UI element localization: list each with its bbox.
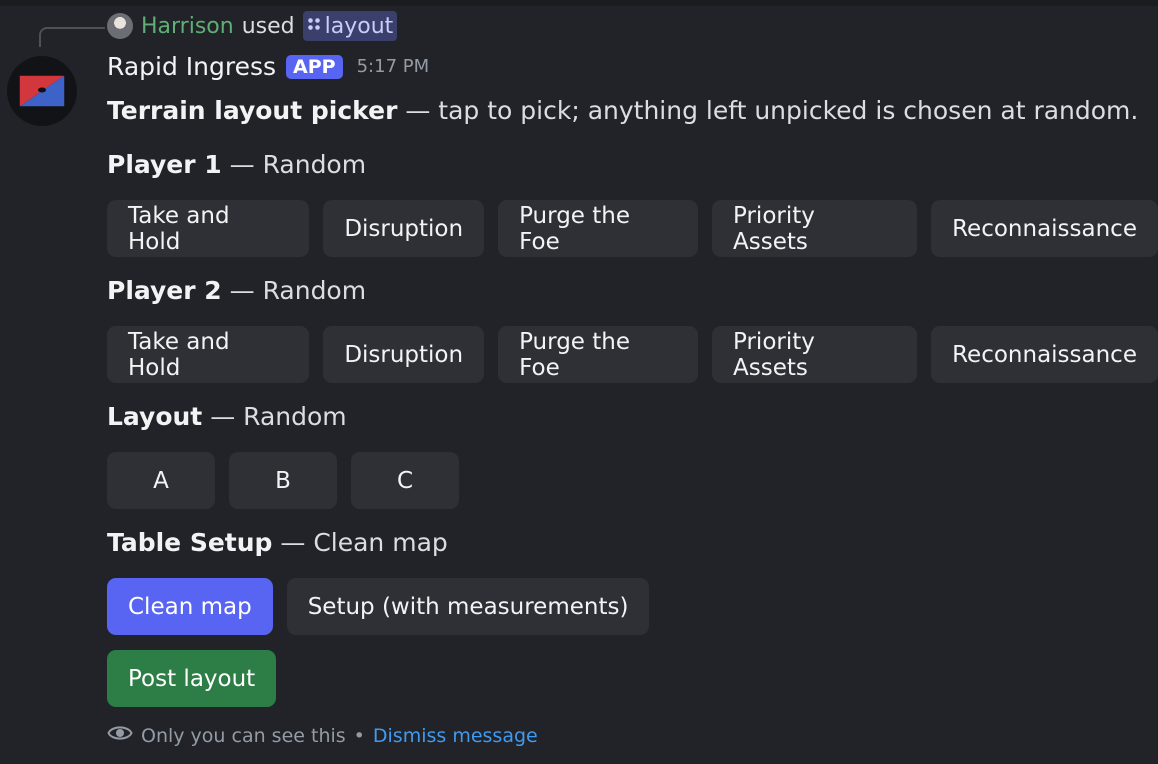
layout-c-button[interactable]: C [351,452,459,509]
apps-icon [307,17,321,35]
player1-buttons: Take and Hold Disruption Purge the Foe P… [107,200,1158,257]
command-reply: Harrison used layout [107,10,398,42]
eye-icon [107,722,133,749]
layout-a-button[interactable]: A [107,452,215,509]
layout-b-button[interactable]: B [229,452,337,509]
player1-take-and-hold-button[interactable]: Take and Hold [107,200,310,257]
command-name: layout [324,13,394,39]
player2-label: Player 2 [107,276,222,305]
reply-username[interactable]: Harrison [141,14,234,39]
layout-label: Layout [107,402,203,431]
intro-description: — tap to pick; anything left unpicked is… [397,96,1139,125]
clean-map-button[interactable]: Clean map [107,578,273,635]
table-setup-value: — Clean map [272,528,448,557]
layout-heading: Layout — Random [107,402,347,431]
player1-reconnaissance-button[interactable]: Reconnaissance [931,200,1158,257]
player1-label: Player 1 [107,150,222,179]
layout-buttons: A B C [107,452,459,509]
ephemeral-notice: Only you can see this [141,724,346,747]
dismiss-message-link[interactable]: Dismiss message [373,725,538,747]
player2-reconnaissance-button[interactable]: Reconnaissance [931,326,1158,383]
table-setup-buttons: Clean map Setup (with measurements) [107,578,650,635]
top-divider [0,0,1158,6]
player1-value: — Random [221,150,367,179]
table-setup-heading: Table Setup — Clean map [107,528,448,557]
player2-disruption-button[interactable]: Disruption [323,326,485,383]
bot-avatar[interactable] [7,56,77,126]
user-avatar[interactable] [107,13,133,39]
player2-buttons: Take and Hold Disruption Purge the Foe P… [107,326,1158,383]
reply-connector [39,27,105,47]
footer-separator: • [353,724,365,747]
layout-value: — Random [202,402,347,431]
timestamp[interactable]: 5:17 PM [357,56,430,77]
bot-logo-icon [19,75,65,107]
ephemeral-footer: Only you can see this • Dismiss message [107,722,538,749]
intro-title: Terrain layout picker [107,96,398,125]
player1-purge-the-foe-button[interactable]: Purge the Foe [498,200,699,257]
bot-name[interactable]: Rapid Ingress [107,52,276,81]
intro-text: Terrain layout picker — tap to pick; any… [107,96,1138,125]
player2-priority-assets-button[interactable]: Priority Assets [712,326,918,383]
table-setup-label: Table Setup [107,528,273,557]
message-header: Rapid Ingress APP 5:17 PM [107,52,429,81]
command-mention[interactable]: layout [302,11,398,41]
player1-disruption-button[interactable]: Disruption [323,200,485,257]
reply-used-text: used [241,13,295,39]
player1-priority-assets-button[interactable]: Priority Assets [712,200,918,257]
player2-value: — Random [221,276,367,305]
app-badge: APP [286,54,343,79]
player2-take-and-hold-button[interactable]: Take and Hold [107,326,310,383]
player1-heading: Player 1 — Random [107,150,366,179]
player2-purge-the-foe-button[interactable]: Purge the Foe [498,326,699,383]
post-layout-button[interactable]: Post layout [107,650,277,707]
player2-heading: Player 2 — Random [107,276,366,305]
post-row: Post layout [107,650,277,707]
setup-with-measurements-button[interactable]: Setup (with measurements) [286,578,650,635]
